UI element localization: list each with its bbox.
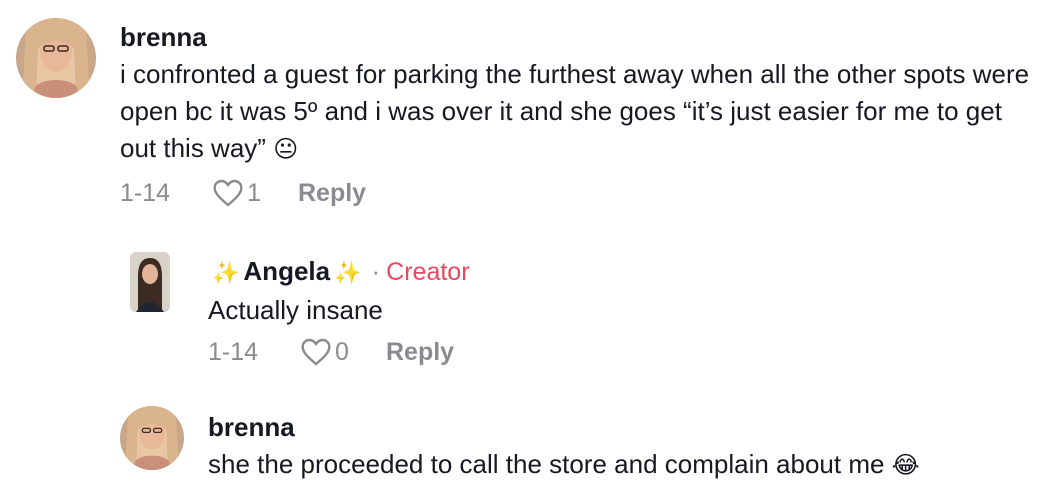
neutral-face-emoji: 😐 (273, 135, 299, 163)
comment-date: 1-14 (208, 337, 259, 366)
reply-button[interactable]: Reply (298, 179, 366, 208)
username[interactable]: ✨ Angela ✨ · Creator (208, 256, 1030, 288)
heart-icon (301, 338, 331, 366)
comment-text: she the proceeded to call the store and … (208, 446, 1030, 484)
avatar[interactable] (16, 18, 96, 98)
like-count: 1 (247, 178, 261, 207)
heart-icon (213, 179, 243, 207)
avatar[interactable] (120, 406, 184, 470)
avatar[interactable] (130, 252, 170, 312)
creator-badge: Creator (386, 258, 470, 286)
comment-meta: 1-14 1 Reply (120, 176, 1030, 210)
tears-of-joy-emoji: 😂 (891, 451, 920, 479)
sparkles-emoji: ✨ (212, 260, 240, 285)
username[interactable]: brenna (208, 412, 1030, 442)
like-count: 0 (335, 337, 349, 366)
comment-text-body: i confronted a guest for parking the fur… (120, 59, 1030, 163)
reply-button[interactable]: Reply (386, 338, 454, 367)
like-button[interactable]: 1 (212, 178, 298, 208)
separator: · (371, 256, 381, 286)
comment-date: 1-14 (120, 178, 171, 207)
comment-text-body: she the proceeded to call the store and … (208, 449, 885, 479)
username[interactable]: brenna (120, 22, 1030, 52)
username-text: Angela (243, 256, 331, 286)
sparkles-emoji: ✨ (334, 260, 362, 285)
like-button[interactable]: 0 (300, 337, 386, 367)
comment-text: Actually insane (208, 295, 383, 325)
comment-text: i confronted a guest for parking the fur… (120, 56, 1030, 168)
comment-meta: 1-14 0 Reply (208, 335, 1030, 369)
